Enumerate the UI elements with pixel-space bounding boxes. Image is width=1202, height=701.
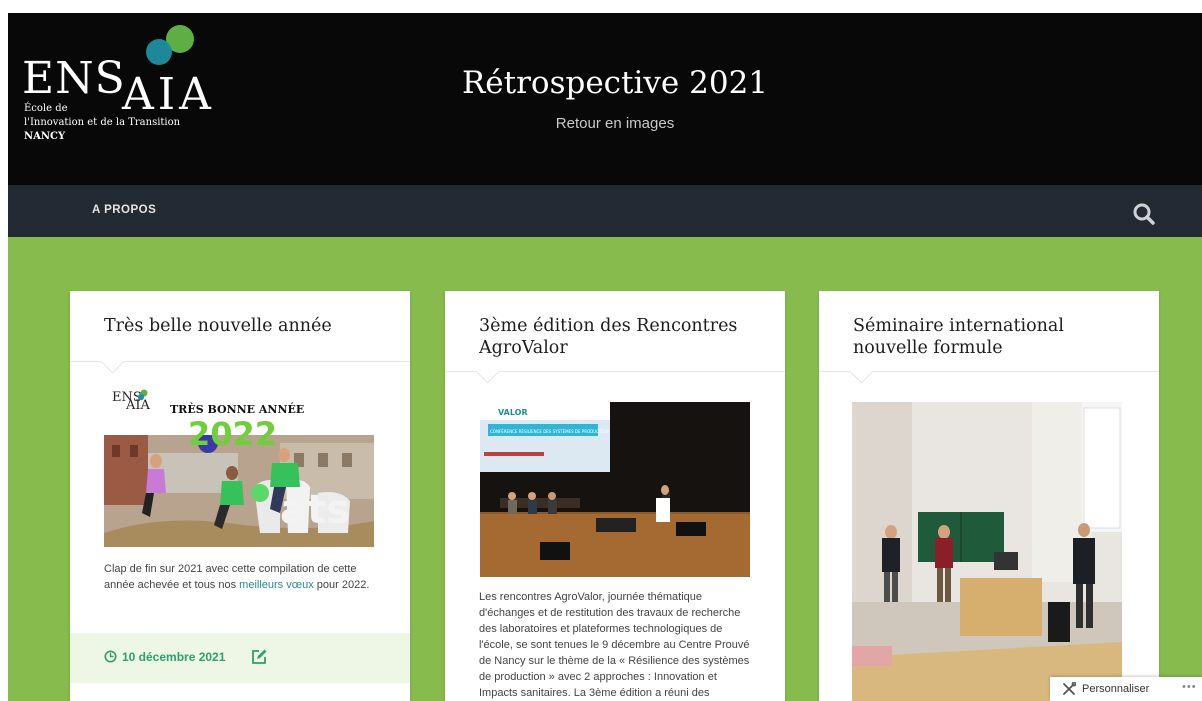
edit-icon[interactable] <box>250 648 268 666</box>
slide-text: CONFÉRENCE RÉSILIENCE DES SYSTÈMES DE PR… <box>490 429 609 434</box>
page-frame: ENS AIA École de l'Innovation et de la T… <box>8 13 1202 701</box>
customize-bar[interactable]: Personnaliser ••• <box>1050 677 1202 701</box>
excerpt-text-end: pour 2022. <box>313 579 370 591</box>
more-options-icon[interactable]: ••• <box>1182 681 1197 693</box>
site-tagline: Retour en images <box>555 115 675 132</box>
post-excerpt: Clap de fin sur 2021 avec cette compilat… <box>104 561 380 593</box>
wrench-screwdriver-icon <box>1063 682 1076 695</box>
post-card-2: 3ème édition des Rencontres AgroValor VA… <box>445 291 785 701</box>
slide-title: VALOR <box>498 408 528 417</box>
post-date-link[interactable]: 10 décembre 2021 <box>104 650 225 664</box>
post-header: 3ème édition des Rencontres AgroValor <box>445 291 785 372</box>
logo-line-3: NANCY <box>24 131 66 142</box>
site-title[interactable]: Rétrospective 2021 <box>8 65 1202 101</box>
post-title[interactable]: Très belle nouvelle année <box>104 315 394 337</box>
post-header: Très belle nouvelle année <box>70 291 410 362</box>
post-thumbnail[interactable]: VALOR CONFÉRENCE RÉSILIENCE DES SYSTÈMES… <box>480 402 750 577</box>
post-thumbnail[interactable]: ats ENS AIA TRÈS BONNE ANNÉE 2022 <box>104 383 374 547</box>
post-date: 10 décembre 2021 <box>122 650 226 664</box>
nav-item-a-propos[interactable]: A PROPOS <box>92 204 156 216</box>
search-icon[interactable] <box>1132 202 1156 226</box>
post-header: Séminaire international nouvelle formule <box>819 291 1159 372</box>
customize-label[interactable]: Personnaliser <box>1082 683 1149 695</box>
post-excerpt: Les rencontres AgroValor, journée thémat… <box>479 591 750 699</box>
post-title[interactable]: Séminaire international nouvelle formule <box>853 315 1143 359</box>
image-logo-aia: AIA <box>125 398 151 413</box>
logo-bubble-teal <box>146 39 172 65</box>
clock-icon <box>104 650 117 663</box>
post-title[interactable]: 3ème édition des Rencontres AgroValor <box>479 315 769 359</box>
image-greeting-heading: TRÈS BONNE ANNÉE <box>170 402 304 416</box>
post-card-3: Séminaire international nouvelle formule <box>819 291 1159 701</box>
post-thumbnail[interactable] <box>852 402 1122 701</box>
image-year-text: 2022 <box>188 415 277 453</box>
post-card-1: Très belle nouvelle année ats ENS AIA TR… <box>70 291 410 701</box>
image-sign-text: ats <box>280 487 350 533</box>
site-header: ENS AIA École de l'Innovation et de la T… <box>8 13 1202 185</box>
logo-line-1: École de <box>24 103 68 114</box>
excerpt-link[interactable]: meilleurs vœux <box>239 579 314 591</box>
post-meta: 10 décembre 2021 <box>70 633 410 683</box>
main-navigation: A PROPOS <box>8 185 1202 237</box>
